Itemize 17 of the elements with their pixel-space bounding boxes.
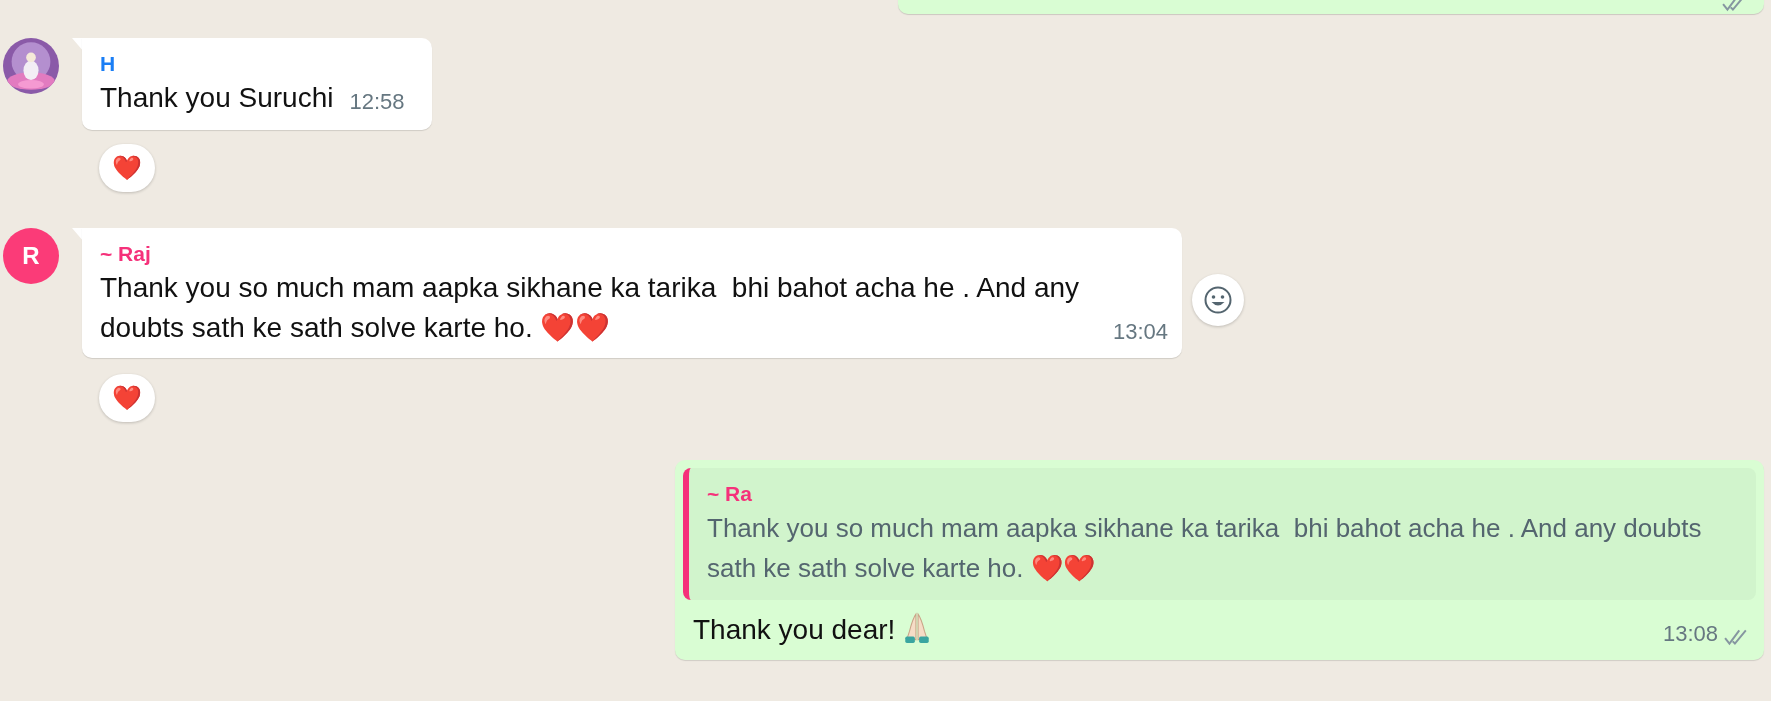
smiley-icon (1203, 285, 1233, 315)
avatar: R (3, 228, 59, 284)
reaction-button[interactable]: ❤ (99, 374, 155, 422)
message-text: Thank you Suruchi (100, 81, 334, 115)
message-text: Thank you dear! (693, 613, 896, 647)
timestamp: 13:08 (1662, 620, 1718, 648)
sender-name: ~ Raj (100, 241, 151, 267)
quoted-message[interactable]: ~ Ra Thank you so much mam aapka sikhane ka tarika bhi bahot acha he . And any doubts sath ke sath solve karte ho. ❤❤ (683, 468, 1756, 600)
emoji-button[interactable] (1192, 274, 1244, 326)
timestamp: 13:04 (1112, 318, 1168, 346)
reaction-button[interactable]: ❤ (99, 144, 155, 192)
quoted-text: Thank you so much mam aapka sikhane ka tarika bhi bahot acha he . And any doubts sath ke sath solve karte ho. ❤❤ (707, 512, 1703, 585)
sender-name: H (100, 51, 116, 77)
timestamp: 12:58 (349, 88, 405, 116)
sender-name: ~ Ra (707, 481, 752, 507)
praying-hands-icon (903, 612, 932, 644)
message-text: Thank you so much mam aapka sikhane ka tarika bhi bahot acha he . And any doubts sath ke sath solve karte ho. ❤❤ (100, 271, 1081, 345)
